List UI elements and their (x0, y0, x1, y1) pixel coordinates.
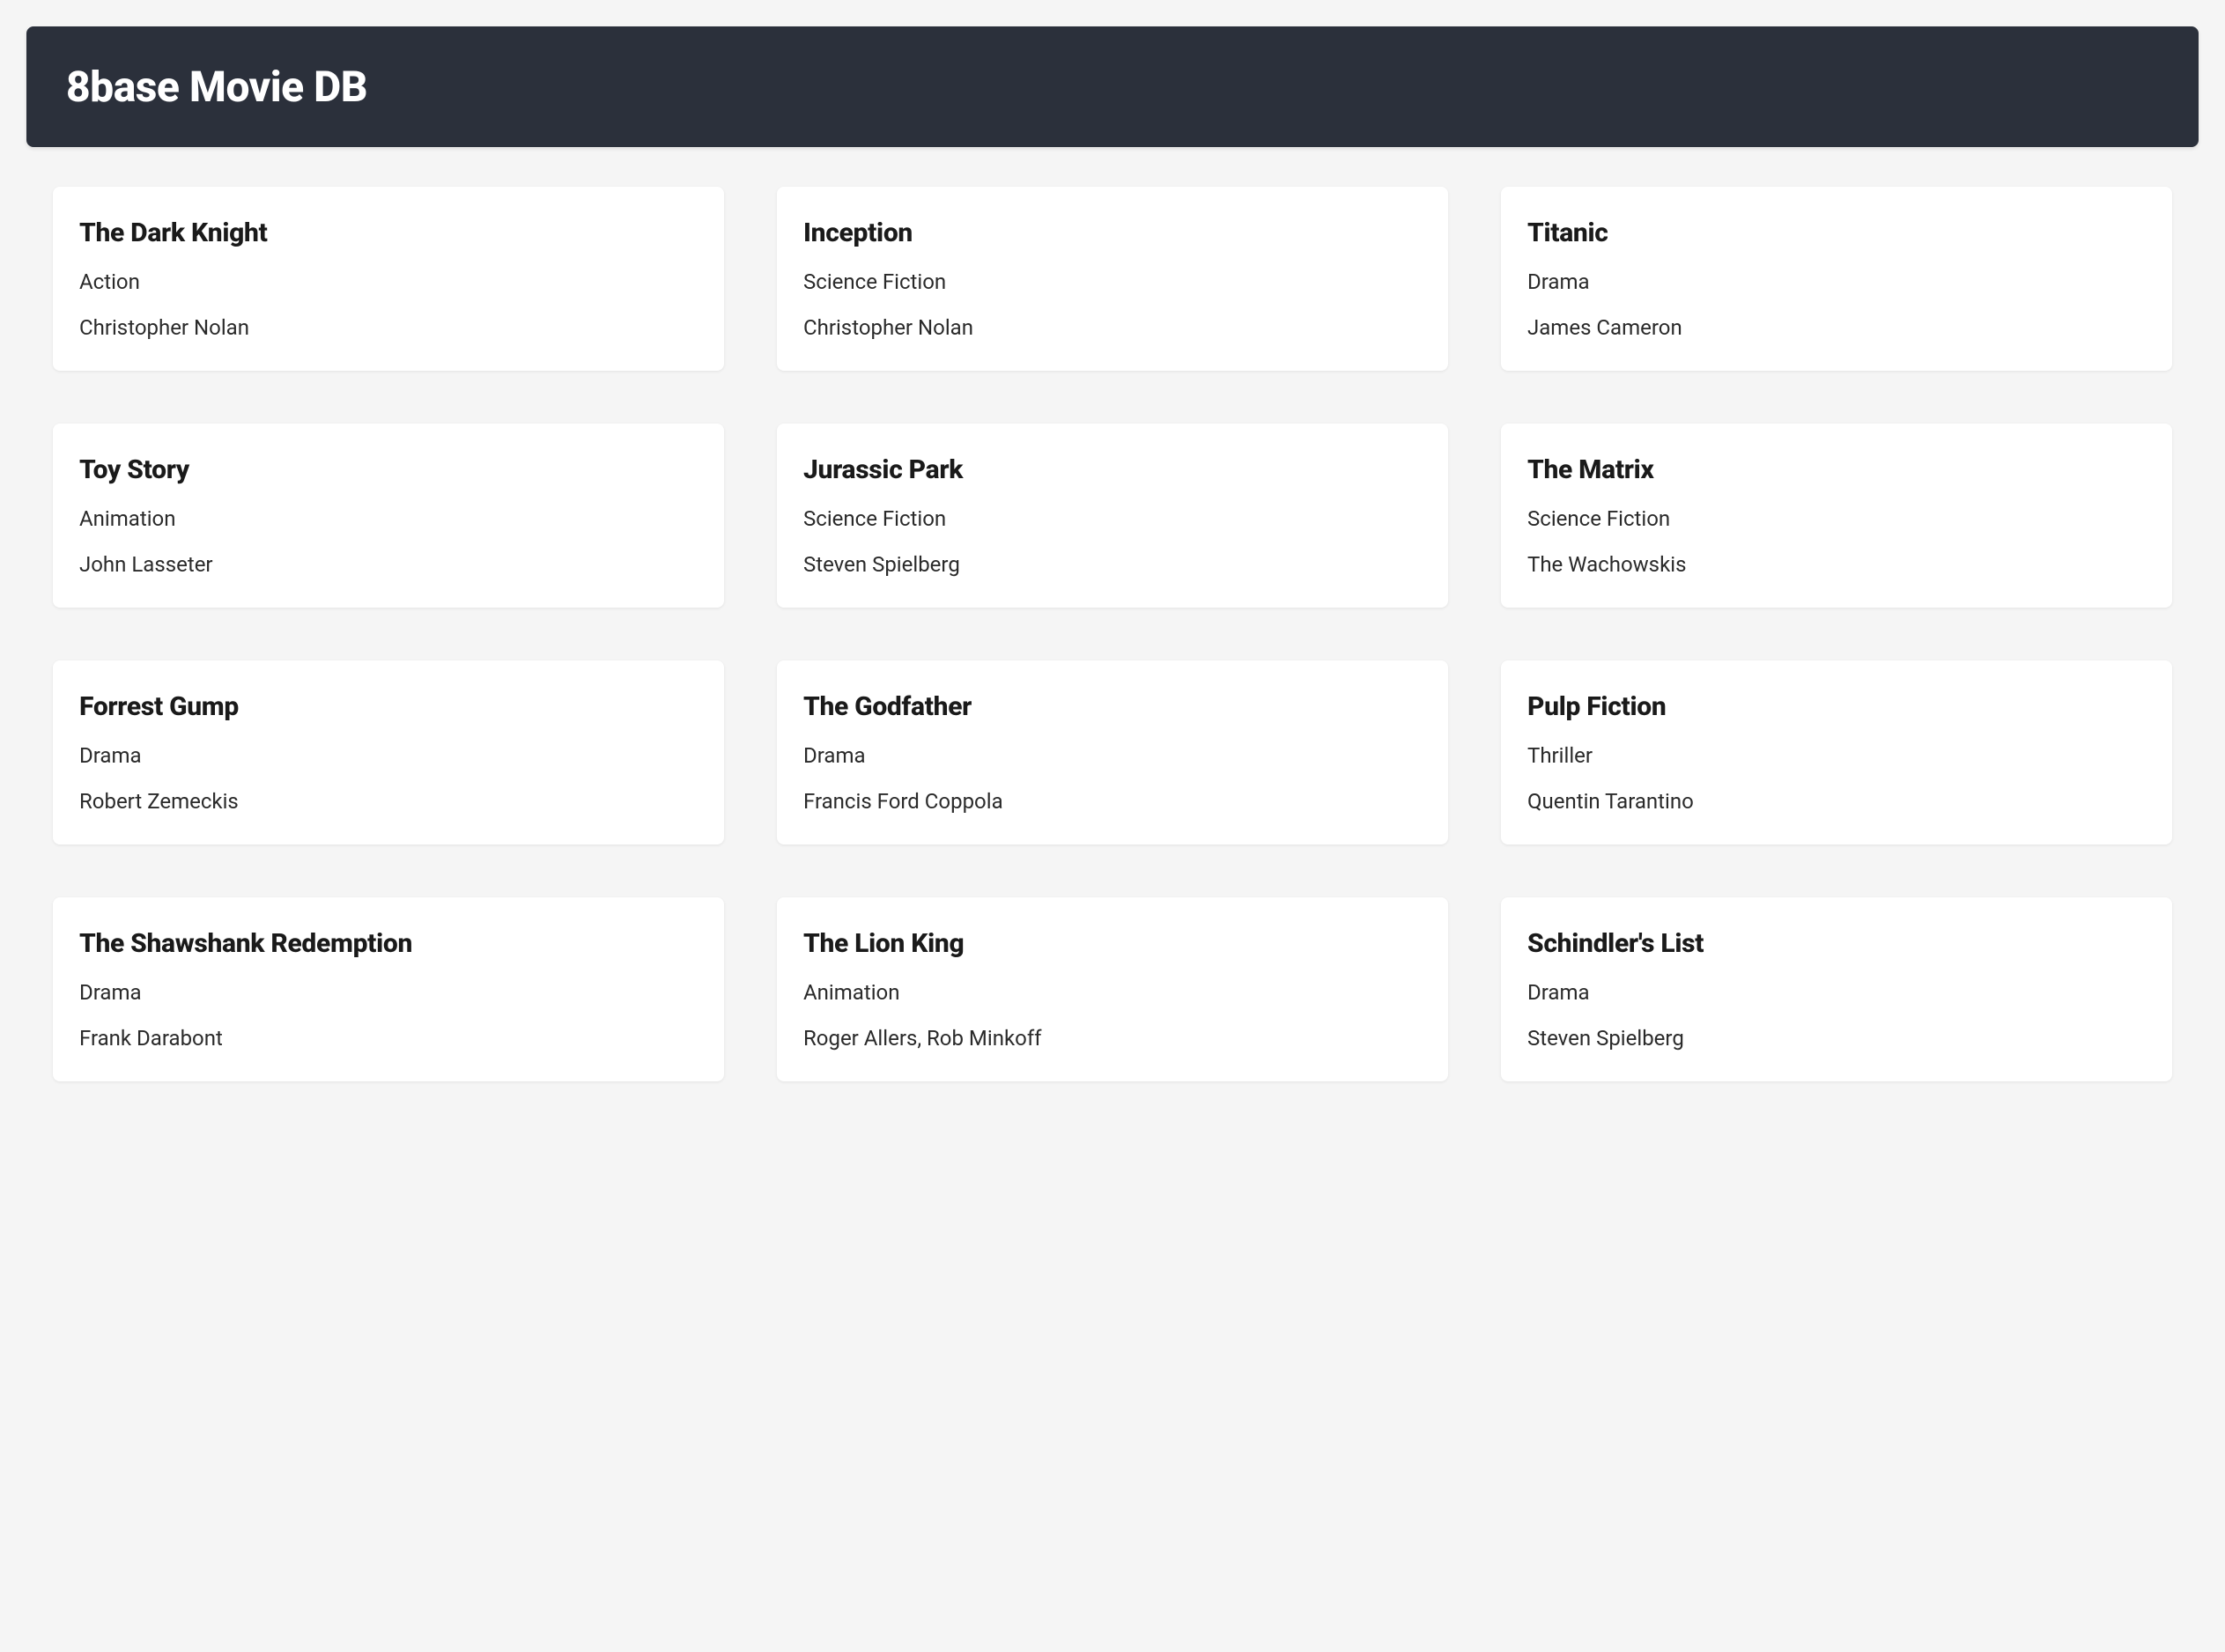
movie-title: Pulp Fiction (1527, 691, 2146, 722)
movie-title: The Shawshank Redemption (79, 928, 698, 959)
movie-genre: Action (79, 269, 698, 294)
movie-title: The Lion King (803, 928, 1422, 959)
movie-grid: The Dark Knight Action Christopher Nolan… (26, 187, 2199, 1081)
movie-card[interactable]: Toy Story Animation John Lasseter (53, 424, 724, 608)
movie-genre: Science Fiction (803, 269, 1422, 294)
movie-genre: Thriller (1527, 743, 2146, 768)
movie-director: Francis Ford Coppola (803, 789, 1422, 814)
movie-genre: Drama (79, 980, 698, 1005)
movie-director: Steven Spielberg (1527, 1026, 2146, 1051)
movie-director: John Lasseter (79, 552, 698, 577)
page-title: 8base Movie DB (66, 62, 2159, 112)
movie-card[interactable]: The Matrix Science Fiction The Wachowski… (1501, 424, 2172, 608)
movie-genre: Drama (1527, 269, 2146, 294)
movie-genre: Science Fiction (1527, 506, 2146, 531)
movie-genre: Animation (79, 506, 698, 531)
movie-title: Jurassic Park (803, 454, 1422, 485)
movie-title: The Godfather (803, 691, 1422, 722)
movie-director: Christopher Nolan (79, 315, 698, 340)
movie-card[interactable]: The Lion King Animation Roger Allers, Ro… (777, 897, 1448, 1081)
movie-director: Roger Allers, Rob Minkoff (803, 1026, 1422, 1051)
page-header: 8base Movie DB (26, 26, 2199, 147)
movie-card[interactable]: Jurassic Park Science Fiction Steven Spi… (777, 424, 1448, 608)
movie-director: The Wachowskis (1527, 552, 2146, 577)
movie-genre: Drama (79, 743, 698, 768)
movie-card[interactable]: Schindler's List Drama Steven Spielberg (1501, 897, 2172, 1081)
movie-card[interactable]: The Shawshank Redemption Drama Frank Dar… (53, 897, 724, 1081)
movie-title: The Matrix (1527, 454, 2146, 485)
movie-genre: Drama (1527, 980, 2146, 1005)
movie-director: Quentin Tarantino (1527, 789, 2146, 814)
movie-director: Steven Spielberg (803, 552, 1422, 577)
movie-card[interactable]: Titanic Drama James Cameron (1501, 187, 2172, 371)
movie-director: Christopher Nolan (803, 315, 1422, 340)
movie-title: The Dark Knight (79, 218, 698, 248)
movie-card[interactable]: Pulp Fiction Thriller Quentin Tarantino (1501, 660, 2172, 844)
movie-genre: Science Fiction (803, 506, 1422, 531)
movie-genre: Animation (803, 980, 1422, 1005)
movie-card[interactable]: Inception Science Fiction Christopher No… (777, 187, 1448, 371)
movie-director: Robert Zemeckis (79, 789, 698, 814)
movie-title: Inception (803, 218, 1422, 248)
movie-director: Frank Darabont (79, 1026, 698, 1051)
movie-card[interactable]: The Godfather Drama Francis Ford Coppola (777, 660, 1448, 844)
movie-title: Titanic (1527, 218, 2146, 248)
movie-genre: Drama (803, 743, 1422, 768)
movie-card[interactable]: Forrest Gump Drama Robert Zemeckis (53, 660, 724, 844)
movie-director: James Cameron (1527, 315, 2146, 340)
movie-title: Forrest Gump (79, 691, 698, 722)
movie-title: Toy Story (79, 454, 698, 485)
movie-card[interactable]: The Dark Knight Action Christopher Nolan (53, 187, 724, 371)
movie-title: Schindler's List (1527, 928, 2146, 959)
